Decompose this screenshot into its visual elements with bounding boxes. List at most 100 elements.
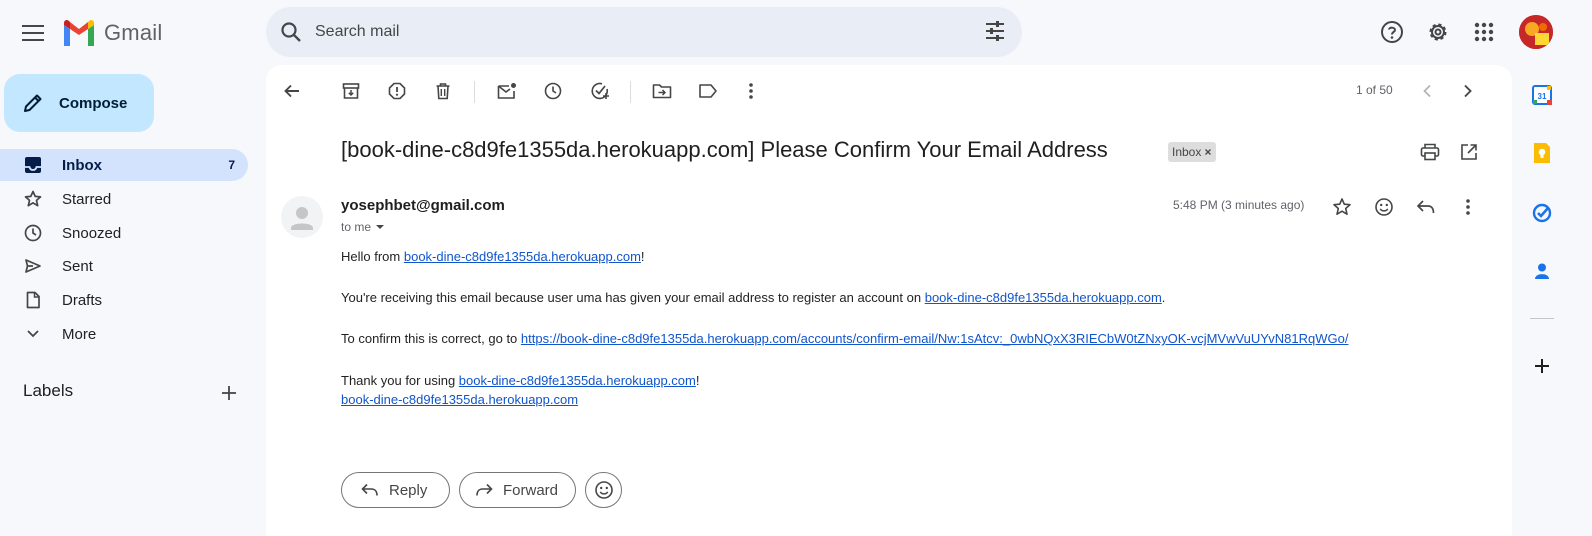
- sidebar-item-label: More: [62, 325, 97, 343]
- reply-icon-button[interactable]: [1414, 195, 1438, 219]
- newer-button[interactable]: [1415, 79, 1439, 103]
- search-button[interactable]: [278, 19, 304, 45]
- snooze-button[interactable]: [541, 79, 565, 103]
- forward-label: Forward: [503, 481, 559, 499]
- apps-button[interactable]: [1467, 15, 1501, 49]
- message-view: 1 of 50 [book-dine-c8d9fe1355da.herokuap…: [266, 65, 1512, 536]
- toolbar-divider: [630, 81, 631, 103]
- site-link[interactable]: book-dine-c8d9fe1355da.herokuapp.com: [459, 373, 696, 388]
- compose-label: Compose: [59, 94, 128, 112]
- contacts-icon: [1535, 263, 1549, 279]
- keep-app-button[interactable]: [1530, 141, 1554, 165]
- body-text: Thank you for using: [341, 373, 459, 388]
- sender-avatar[interactable]: [281, 196, 323, 238]
- more-vert-icon: [1466, 199, 1470, 215]
- confirm-email-link[interactable]: https://book-dine-c8d9fe1355da.herokuapp…: [521, 331, 1349, 346]
- search-options-button[interactable]: [984, 20, 1006, 42]
- tasks-app-button[interactable]: [1530, 201, 1554, 225]
- clock-icon: [23, 223, 43, 243]
- folder-move-icon: [652, 84, 672, 99]
- back-button[interactable]: [280, 79, 304, 103]
- delete-button[interactable]: [431, 79, 455, 103]
- report-spam-button[interactable]: [385, 79, 409, 103]
- mark-unread-button[interactable]: [495, 79, 519, 103]
- tune-icon: [986, 21, 1004, 41]
- body-signature: book-dine-c8d9fe1355da.herokuapp.com: [341, 392, 578, 407]
- sidebar-item-snoozed[interactable]: Snoozed: [0, 217, 248, 249]
- sidebar-item-sent[interactable]: Sent: [0, 250, 248, 282]
- side-panel-divider: [1530, 318, 1554, 319]
- body-text: To confirm this is correct, go to: [341, 331, 521, 346]
- sidebar-item-label: Sent: [62, 257, 93, 275]
- tasks-icon: [1532, 203, 1552, 223]
- add-task-icon: [591, 82, 609, 100]
- add-to-tasks-button[interactable]: [588, 79, 612, 103]
- print-icon: [1420, 143, 1440, 161]
- body-text: You're receiving this email because user…: [341, 290, 925, 305]
- sidebar-item-starred[interactable]: Starred: [0, 183, 248, 215]
- body-text: Hello from: [341, 249, 404, 264]
- search-bar[interactable]: [266, 7, 1022, 57]
- sidebar-item-label: Inbox: [62, 156, 102, 174]
- email-timestamp: 5:48 PM (3 minutes ago): [1173, 198, 1305, 212]
- sidebar-item-more[interactable]: More: [0, 318, 248, 350]
- arrow-back-icon: [284, 84, 299, 98]
- search-input[interactable]: [313, 22, 957, 42]
- pagination-label: 1 of 50: [1356, 83, 1393, 97]
- pencil-icon: [24, 94, 42, 112]
- calendar-icon: 31: [1532, 85, 1552, 105]
- caret-down-icon: [376, 225, 385, 229]
- emoji-reaction-button[interactable]: [585, 472, 622, 508]
- open-in-new-icon: [1461, 144, 1477, 160]
- support-button[interactable]: [1375, 15, 1409, 49]
- plus-icon: [222, 386, 236, 400]
- settings-button[interactable]: [1421, 15, 1455, 49]
- message-more-button[interactable]: [1456, 195, 1480, 219]
- site-link[interactable]: book-dine-c8d9fe1355da.herokuapp.com: [404, 249, 641, 264]
- account-avatar[interactable]: [1519, 15, 1553, 49]
- labels-button[interactable]: [696, 79, 720, 103]
- more-actions-button[interactable]: [739, 79, 763, 103]
- mail-unread-icon: [497, 83, 516, 99]
- menu-icon: [22, 25, 44, 41]
- gmail-m-icon: [64, 20, 94, 46]
- calendar-app-button[interactable]: 31: [1530, 83, 1554, 107]
- sidebar-item-label: Snoozed: [62, 224, 122, 242]
- labels-heading: Labels: [23, 381, 74, 400]
- sender-address[interactable]: yosephbet@gmail.com: [341, 197, 505, 214]
- gmail-logo[interactable]: Gmail: [62, 16, 162, 50]
- reply-label: Reply: [389, 481, 428, 499]
- compose-button[interactable]: Compose: [4, 74, 154, 132]
- email-subject: [book-dine-c8d9fe1355da.herokuapp.com] P…: [341, 137, 1108, 162]
- contacts-app-button[interactable]: [1530, 259, 1554, 283]
- open-new-window-button[interactable]: [1457, 140, 1481, 164]
- add-reaction-button[interactable]: [1372, 195, 1396, 219]
- older-button[interactable]: [1456, 79, 1480, 103]
- sidebar-item-inbox[interactable]: Inbox 7: [0, 149, 248, 181]
- clock-icon: [544, 82, 562, 100]
- inbox-icon: [23, 155, 43, 175]
- inbox-label-chip: Inbox: [1168, 142, 1217, 162]
- star-button[interactable]: [1330, 195, 1354, 219]
- move-to-button[interactable]: [650, 79, 674, 103]
- create-label-button[interactable]: [219, 383, 239, 403]
- draft-file-icon: [23, 290, 43, 310]
- forward-button[interactable]: Forward: [459, 472, 576, 508]
- site-link[interactable]: book-dine-c8d9fe1355da.herokuapp.com: [341, 392, 578, 407]
- gmail-wordmark: Gmail: [104, 20, 163, 45]
- sidebar-item-drafts[interactable]: Drafts: [0, 284, 248, 316]
- trash-icon: [436, 83, 450, 100]
- close-icon[interactable]: [1204, 148, 1212, 156]
- body-text: !: [640, 249, 645, 264]
- recipient-details[interactable]: to me: [341, 220, 385, 234]
- gear-icon: [1429, 23, 1447, 41]
- get-addons-button[interactable]: [1530, 354, 1554, 378]
- body-text: !: [695, 373, 700, 388]
- main-menu-button[interactable]: [16, 16, 50, 50]
- body-confirm: To confirm this is correct, go to https:…: [341, 331, 1348, 346]
- site-link[interactable]: book-dine-c8d9fe1355da.herokuapp.com: [925, 290, 1162, 305]
- archive-button[interactable]: [339, 79, 363, 103]
- print-all-button[interactable]: [1418, 140, 1442, 164]
- reply-button[interactable]: Reply: [341, 472, 450, 508]
- help-icon: [1381, 21, 1403, 43]
